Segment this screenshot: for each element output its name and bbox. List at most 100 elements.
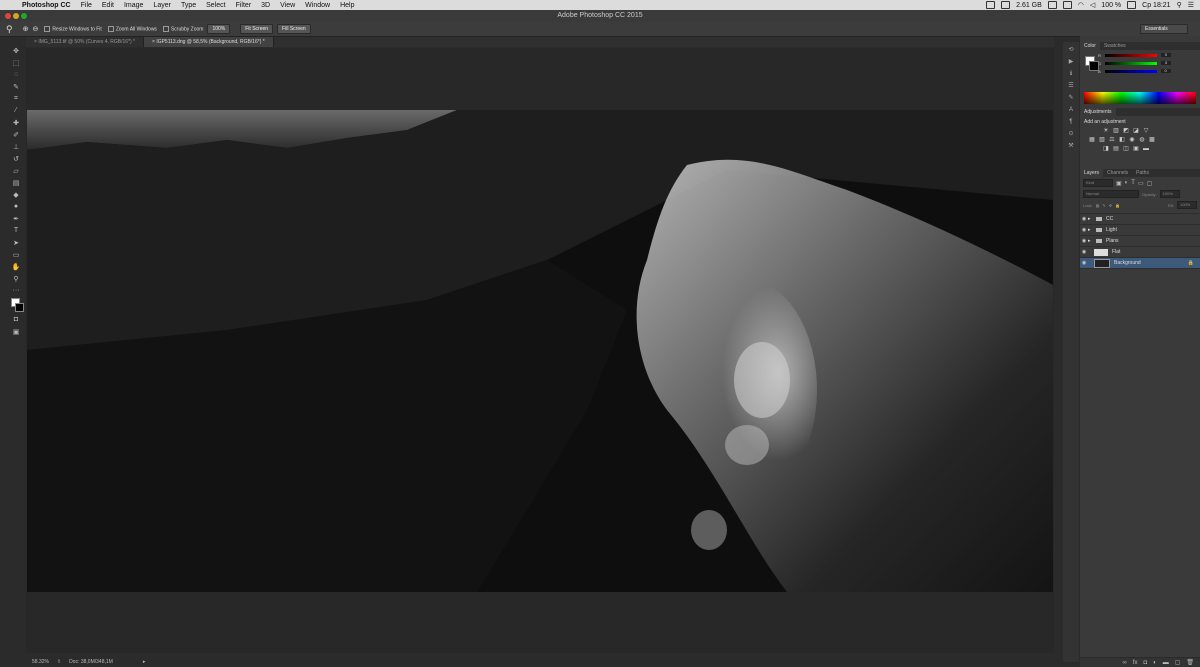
document-tab[interactable]: × IMG_5113.tif @ 50% (Curves 4, RGB/16*)… (26, 37, 144, 47)
blue-value[interactable]: 0 (1160, 69, 1171, 73)
notification-icon[interactable]: ☰ (1188, 1, 1194, 9)
paragraph-panel-icon[interactable]: ¶ (1066, 117, 1076, 126)
red-value[interactable]: 0 (1160, 53, 1171, 57)
close-window-button[interactable] (5, 13, 11, 19)
filter-adjust-icon[interactable]: ◐ (1125, 180, 1129, 186)
workspace-switcher[interactable]: Essentials (1140, 24, 1188, 34)
hand-tool-icon[interactable]: ✋ (9, 261, 23, 272)
new-adjustment-icon[interactable]: ◐ (1153, 660, 1157, 666)
zoom-all-windows-option[interactable]: Zoom All Windows (107, 25, 157, 32)
dodge-tool-icon[interactable]: ● (9, 201, 23, 212)
document-image[interactable] (27, 110, 1053, 592)
tab-adjustments[interactable]: Adjustments (1080, 108, 1116, 116)
layer-style-icon[interactable]: fx (1133, 660, 1138, 666)
filter-pixel-icon[interactable]: ▣ (1116, 180, 1122, 187)
blend-mode-select[interactable]: Normal (1083, 190, 1139, 198)
menu-view[interactable]: View (280, 2, 295, 9)
posterize-icon[interactable]: ▤ (1112, 146, 1120, 152)
fill-input[interactable]: 100% (1177, 201, 1197, 209)
color-balance-icon[interactable]: ⚖ (1108, 137, 1116, 143)
memory-readout[interactable]: 2.61 GB (1016, 2, 1042, 9)
healing-brush-tool-icon[interactable]: ✚ (9, 117, 23, 128)
zoom-level[interactable]: 58.32% (32, 659, 49, 665)
tab-channels[interactable]: Channels (1103, 169, 1132, 177)
background-color[interactable] (15, 303, 24, 312)
zoom-window-button[interactable] (21, 13, 27, 19)
tool-presets-icon[interactable]: ⚒ (1066, 141, 1076, 150)
lock-image-icon[interactable]: ✎ (1102, 203, 1105, 208)
threshold-icon[interactable]: ◫ (1122, 146, 1130, 152)
channel-mixer-icon[interactable]: ◍ (1138, 137, 1146, 143)
layer-row-selected[interactable]: ◉ Background 🔒 (1080, 258, 1200, 269)
zoom-in-icon[interactable]: ⊕ (23, 25, 29, 33)
gradient-map-icon[interactable]: ▬ (1142, 146, 1150, 152)
layer-row[interactable]: ◉ Flat (1080, 247, 1200, 258)
link-layers-icon[interactable]: ∞ (1123, 660, 1127, 666)
path-selection-tool-icon[interactable]: ➤ (9, 237, 23, 248)
tab-swatches[interactable]: Swatches (1100, 42, 1130, 50)
clone-stamp-tool-icon[interactable]: ⊥ (9, 141, 23, 152)
fill-screen-button[interactable]: Fill Screen (277, 24, 311, 34)
red-slider[interactable] (1104, 53, 1157, 57)
visibility-eye-icon[interactable]: ◉ (1080, 260, 1088, 266)
zoom-100-button[interactable]: 100% (207, 24, 231, 34)
rectangle-tool-icon[interactable]: ▭ (9, 249, 23, 260)
delete-layer-icon[interactable]: 🗑 (1186, 659, 1194, 666)
document-tab-active[interactable]: × IGP5113.dng @ 58,5% (Background, RGB/1… (144, 37, 274, 47)
quick-mask-icon[interactable]: ◘ (9, 314, 23, 325)
minimize-window-button[interactable] (13, 13, 19, 19)
lock-position-icon[interactable]: ✥ (1109, 203, 1112, 208)
zoom-tool-icon[interactable]: ⚲ (6, 24, 13, 35)
lock-transparent-icon[interactable]: ▦ (1096, 203, 1100, 208)
pen-tool-icon[interactable]: ✒ (9, 213, 23, 224)
battery-icon[interactable] (1127, 1, 1137, 9)
menu-window[interactable]: Window (305, 2, 330, 9)
wifi-icon[interactable]: ◠ (1078, 1, 1084, 9)
eyedropper-tool-icon[interactable]: ⁄ (9, 105, 23, 116)
lasso-tool-icon[interactable]: ◌ (9, 69, 23, 80)
blur-tool-icon[interactable]: ◆ (9, 189, 23, 200)
green-value[interactable]: 0 (1161, 61, 1172, 65)
crop-tool-icon[interactable]: ⌗ (9, 93, 23, 104)
status-menu-arrow-icon[interactable]: ▸ (143, 659, 146, 665)
character-panel-icon[interactable]: A (1066, 105, 1076, 114)
brightness-icon[interactable]: ☀ (1102, 128, 1110, 134)
menu-edit[interactable]: Edit (102, 2, 114, 9)
fit-screen-button[interactable]: Fit Screen (240, 24, 274, 34)
selective-color-icon[interactable]: ▣ (1132, 146, 1140, 152)
menu-file[interactable]: File (81, 2, 92, 9)
add-mask-icon[interactable]: ◘ (1143, 660, 1147, 666)
vibrance-icon[interactable]: ▦ (1088, 137, 1096, 143)
zoom-out-icon[interactable]: ⊖ (32, 25, 38, 33)
history-brush-tool-icon[interactable]: ↺ (9, 153, 23, 164)
actions-panel-icon[interactable]: ▶ (1066, 57, 1076, 66)
screen-mode-icon[interactable]: ▣ (9, 326, 23, 337)
exposure-icon[interactable]: ◪ (1132, 128, 1140, 134)
scrubby-zoom-option[interactable]: Scrubby Zoom (162, 25, 203, 32)
tray-icon[interactable] (1047, 1, 1057, 9)
move-tool-icon[interactable]: ✥ (9, 45, 23, 56)
filter-smart-icon[interactable]: ▢ (1147, 180, 1153, 187)
visibility-eye-icon[interactable]: ◉ (1080, 238, 1088, 244)
opacity-input[interactable]: 100% (1159, 190, 1180, 198)
tray-icon[interactable] (1001, 1, 1011, 9)
app-menu[interactable]: Photoshop CC (22, 2, 71, 9)
hue-saturation-icon[interactable]: ▧ (1098, 137, 1106, 143)
expand-arrow-icon[interactable]: ▸ (1088, 216, 1096, 222)
visibility-eye-icon[interactable]: ◉ (1080, 216, 1088, 222)
expand-arrow-icon[interactable]: ▸ (1088, 238, 1096, 244)
export-icon[interactable]: ⇧ (57, 659, 61, 665)
brush-tool-icon[interactable]: ✐ (9, 129, 23, 140)
history-panel-icon[interactable]: ⟲ (1066, 45, 1076, 54)
blue-slider[interactable] (1104, 69, 1157, 73)
menu-filter[interactable]: Filter (236, 2, 252, 9)
bg-color-chip[interactable] (1089, 61, 1099, 71)
color-spectrum[interactable] (1084, 92, 1196, 104)
photo-filter-icon[interactable]: ◉ (1128, 137, 1136, 143)
info-panel-icon[interactable]: ℹ (1066, 69, 1076, 78)
tray-icon[interactable] (1062, 1, 1072, 9)
visibility-eye-icon[interactable]: ◉ (1080, 249, 1088, 255)
layer-row[interactable]: ◉ ▸ Plans (1080, 236, 1200, 247)
menu-image[interactable]: Image (124, 2, 143, 9)
tab-paths[interactable]: Paths (1132, 169, 1153, 177)
